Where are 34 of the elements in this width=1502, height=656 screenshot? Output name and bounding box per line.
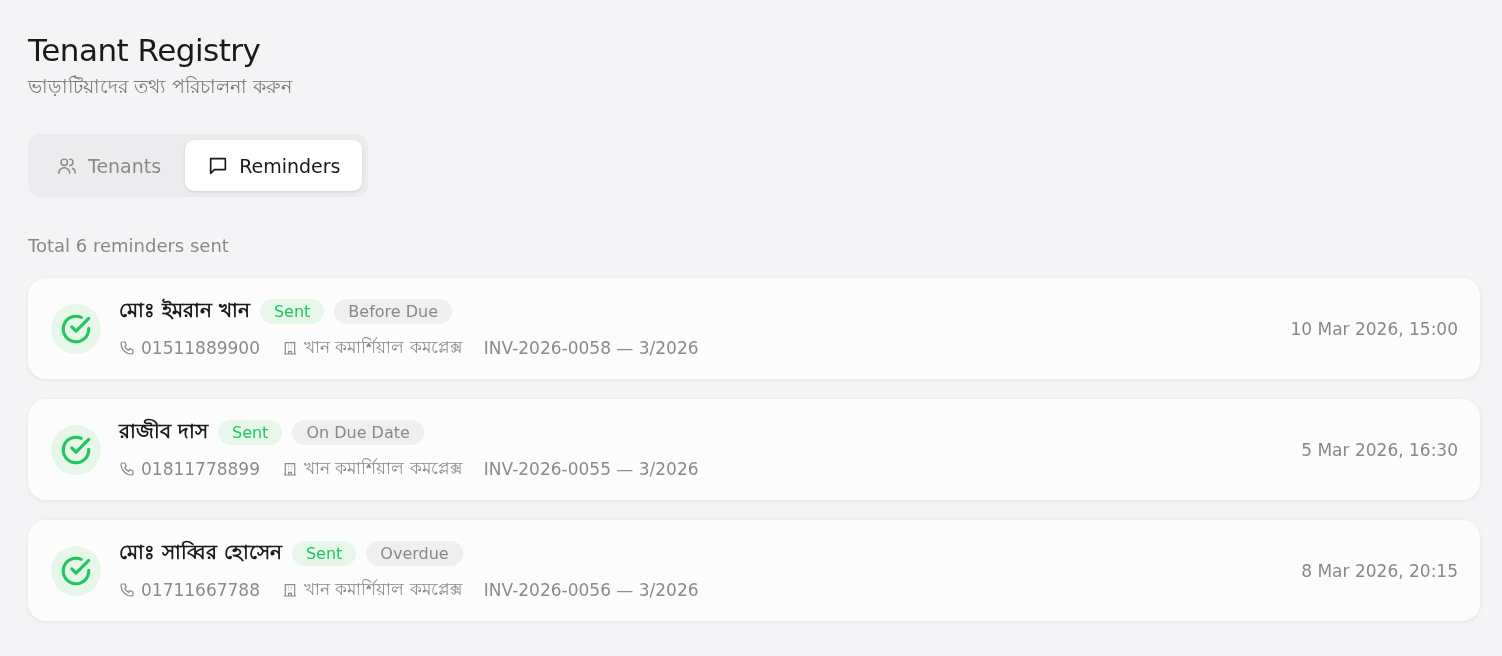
building-icon: [282, 340, 298, 356]
phone-number: 01711667788: [141, 580, 260, 600]
tab[interactable]: Reminders: [185, 140, 363, 191]
check-circle-icon: [51, 424, 101, 475]
property-name: খান কমার্শিয়াল কমপ্লেক্স: [304, 336, 462, 359]
phone-icon: [119, 340, 135, 356]
building-icon: [282, 461, 298, 477]
timing-badge: Overdue: [366, 541, 463, 566]
sent-date: 8 Mar 2026, 20:15: [1301, 560, 1458, 581]
invoice-reference: INV-2026-0056 — 3/2026: [483, 580, 699, 600]
status-badge: Sent: [291, 541, 357, 566]
phone-icon: [119, 461, 135, 477]
invoice-reference: INV-2026-0055 — 3/2026: [483, 459, 699, 479]
sent-date: 5 Mar 2026, 16:30: [1301, 439, 1458, 460]
phone-number: 01511889900: [141, 338, 260, 358]
phone-icon: [119, 582, 135, 598]
tenant-name: মোঃ ইমরান খান: [119, 297, 250, 324]
building-icon: [282, 582, 298, 598]
tenant-name: মোঃ সাব্বির হোসেন: [119, 539, 282, 566]
status-badge: Sent: [217, 420, 283, 445]
timing-badge: Before Due: [334, 299, 453, 324]
page-subtitle: ভাড়াটিয়াদের তথ্য পরিচালনা করুন: [28, 74, 294, 99]
timing-badge: On Due Date: [292, 420, 424, 445]
invoice-reference: INV-2026-0058 — 3/2026: [483, 338, 699, 358]
property-name: খান কমার্শিয়াল কমপ্লেক্স: [304, 578, 462, 601]
page-title: Tenant Registry: [28, 31, 262, 70]
phone-number: 01811778899: [141, 459, 260, 479]
check-circle-icon: [51, 303, 101, 354]
check-circle-icon: [51, 545, 101, 596]
status-badge: Sent: [259, 299, 325, 324]
summary-text: Total 6 reminders sent: [28, 235, 230, 256]
property-name: খান কমার্শিয়াল কমপ্লেক্স: [304, 457, 462, 480]
sent-date: 10 Mar 2026, 15:00: [1290, 318, 1458, 339]
tenant-name: রাজীব দাস: [119, 417, 208, 445]
